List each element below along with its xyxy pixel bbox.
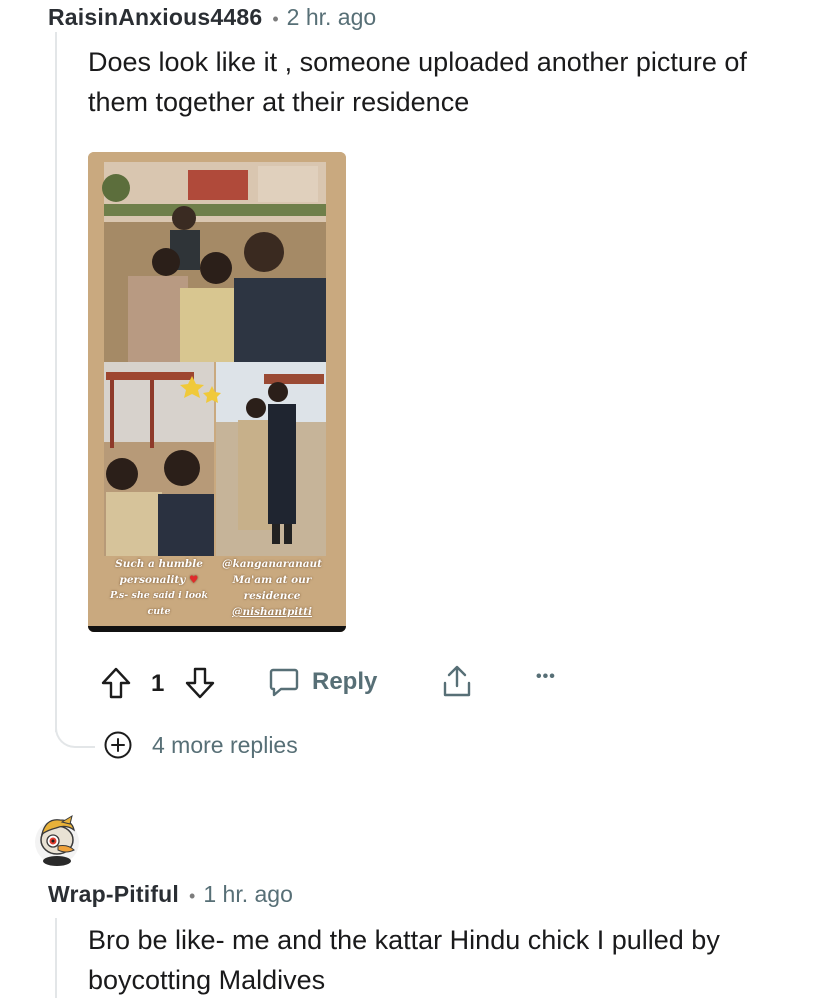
caption-left: Such a humble personality ♥ P.s- she sai…	[104, 556, 214, 620]
caption-line: Such a humble	[115, 558, 203, 570]
more-replies-button[interactable]: 4 more replies	[104, 731, 298, 759]
thread-line	[55, 918, 57, 998]
speech-bubble-icon	[269, 668, 299, 697]
caption-right: @kanganaranaut Ma'am at our residence @n…	[216, 556, 328, 620]
caption-line: Ma'am at our	[232, 574, 312, 586]
image-bottom-bar	[88, 626, 346, 632]
share-icon	[443, 665, 471, 697]
snoo-avatar-icon	[35, 814, 79, 866]
comment-time: 2 hr. ago	[286, 4, 377, 30]
more-options-button[interactable]: •••	[536, 668, 556, 686]
comment-username[interactable]: RaisinAnxious4486	[48, 4, 262, 31]
share-button[interactable]	[440, 664, 474, 700]
plus-circle-icon	[104, 731, 132, 759]
upvote-button[interactable]	[100, 666, 132, 700]
meta-separator: •	[272, 9, 279, 29]
comment-image[interactable]: Such a humble personality ♥ P.s- she sai…	[88, 152, 346, 632]
reply-label: Reply	[312, 668, 378, 695]
comment-action-bar: 1 Reply •••	[96, 660, 576, 708]
caption-line: residence	[243, 590, 301, 602]
more-replies-label: 4 more replies	[152, 731, 298, 758]
caption-line: @kanganaranaut	[221, 558, 323, 570]
user-avatar[interactable]	[32, 812, 82, 866]
comment-text: Does look like it , someone uploaded ano…	[88, 47, 747, 117]
comment-text: Bro be like- me and the kattar Hindu chi…	[88, 925, 720, 995]
caption-line: cute	[147, 606, 171, 617]
downvote-arrow-icon	[185, 667, 215, 699]
ellipsis-icon: •••	[536, 668, 556, 685]
comment-time: 1 hr. ago	[203, 881, 293, 907]
caption-line: P.s- she said i look	[110, 590, 208, 601]
comment-meta: RaisinAnxious4486 • 2 hr. ago	[48, 4, 376, 31]
comment-username[interactable]: Wrap-Pitiful	[48, 881, 179, 908]
caption-line: personality ♥	[119, 574, 199, 586]
vote-count: 1	[151, 670, 165, 697]
upvote-arrow-icon	[101, 667, 131, 699]
thread-connector	[55, 700, 95, 748]
downvote-button[interactable]	[184, 666, 216, 700]
reply-button[interactable]: Reply	[268, 666, 377, 698]
thread-line	[55, 32, 57, 732]
caption-line: @nishantpitti	[232, 606, 312, 618]
meta-separator: •	[189, 886, 196, 906]
comment-meta: Wrap-Pitiful • 1 hr. ago	[48, 881, 293, 908]
